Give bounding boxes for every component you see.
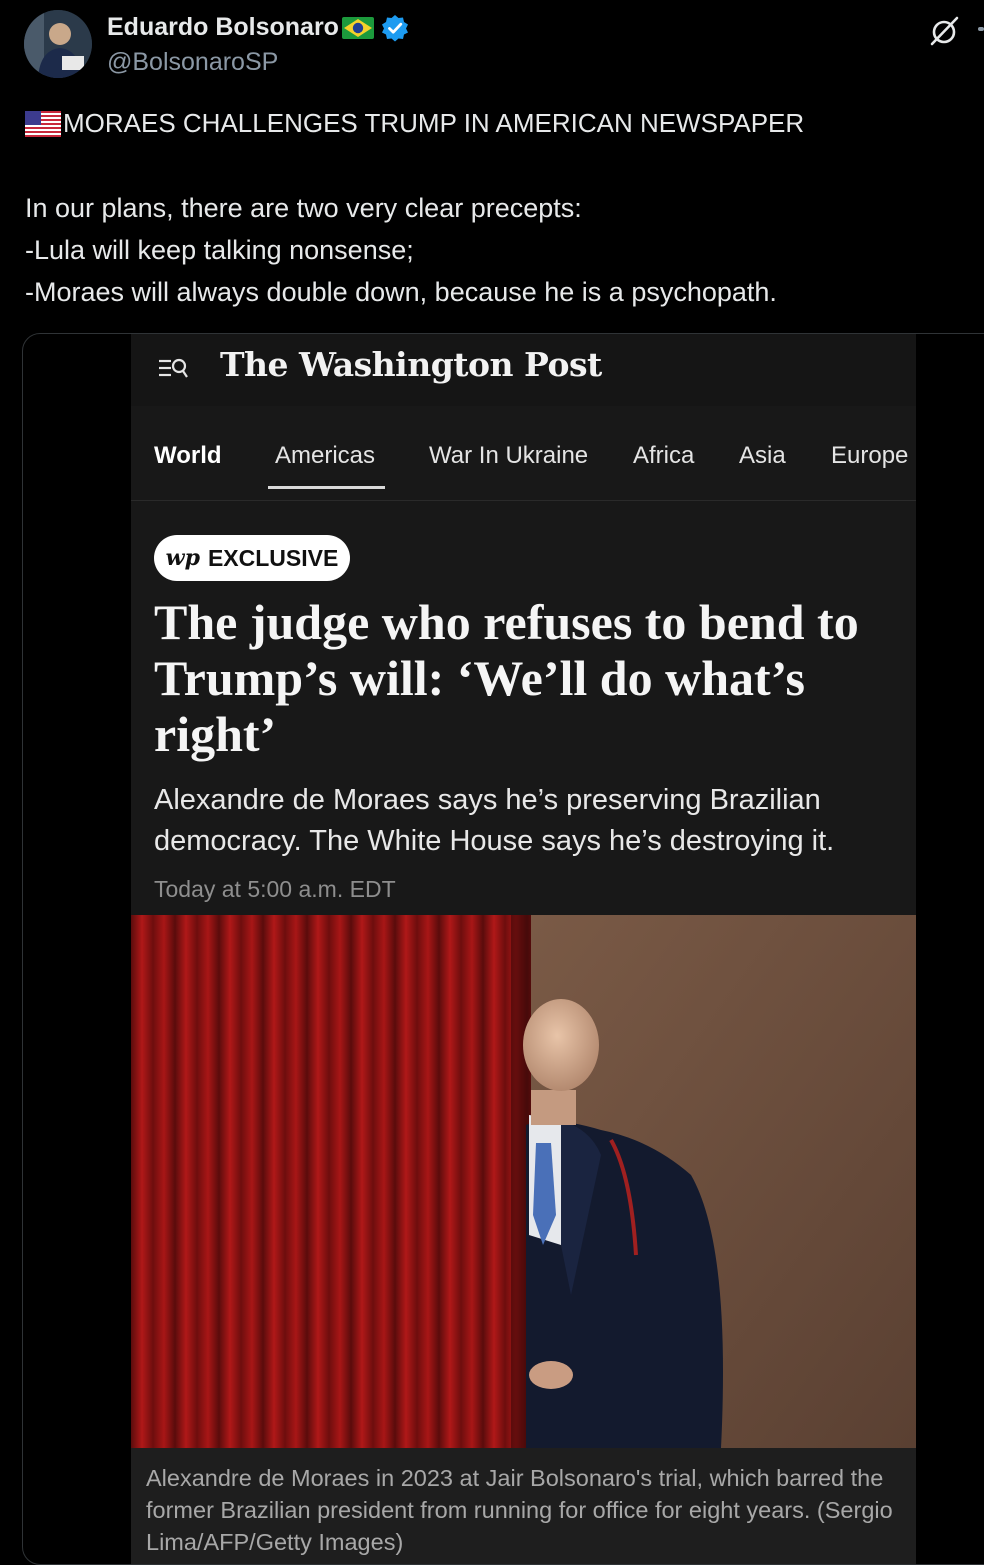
display-name-text[interactable]: Eduardo Bolsonaro [107, 13, 339, 42]
article-date: Today at 5:00 a.m. EDT [154, 876, 396, 902]
nav-divider [131, 500, 916, 501]
tab-world[interactable]: World [154, 442, 222, 470]
article-photo[interactable] [131, 915, 916, 1448]
tab-war-in-ukraine[interactable]: War In Ukraine [429, 442, 588, 470]
more-icon[interactable] [978, 27, 984, 31]
tab-africa[interactable]: Africa [633, 442, 694, 470]
tab-americas-underline [268, 486, 385, 489]
tweet-line-3: -Moraes will always double down, because… [25, 277, 777, 307]
exclusive-badge: wp EXCLUSIVE [154, 535, 350, 581]
us-flag-icon [25, 110, 61, 137]
avatar[interactable] [24, 10, 92, 78]
grok-icon[interactable] [928, 14, 962, 48]
tweet-line-2: -Lula will keep talking nonsense; [25, 235, 414, 265]
article-title[interactable]: The judge who refuses to bend to Trump’s… [154, 594, 894, 762]
menu-search-icon[interactable] [157, 355, 189, 383]
display-name[interactable]: Eduardo Bolsonaro [107, 13, 409, 42]
wp-logo-icon: wp [165, 545, 200, 571]
photo-caption: Alexandre de Moraes in 2023 at Jair Bols… [146, 1465, 893, 1555]
tab-americas[interactable]: Americas [275, 442, 375, 470]
tab-asia[interactable]: Asia [739, 442, 786, 470]
verified-badge-icon [381, 14, 409, 42]
tweet-headline: MORAES CHALLENGES TRUMP IN AMERICAN NEWS… [25, 108, 804, 139]
tweet-line-1: In our plans, there are two very clear p… [25, 193, 582, 223]
article-subtitle: Alexandre de Moraes says he’s preserving… [154, 784, 835, 857]
brazil-flag-icon [341, 16, 374, 39]
handle[interactable]: @BolsonaroSP [107, 48, 278, 77]
tab-europe[interactable]: Europe [831, 442, 908, 470]
masthead-logo[interactable]: The Washington Post [220, 345, 602, 384]
tweet-headline-text: MORAES CHALLENGES TRUMP IN AMERICAN NEWS… [63, 108, 805, 138]
badge-label: EXCLUSIVE [207, 544, 339, 571]
